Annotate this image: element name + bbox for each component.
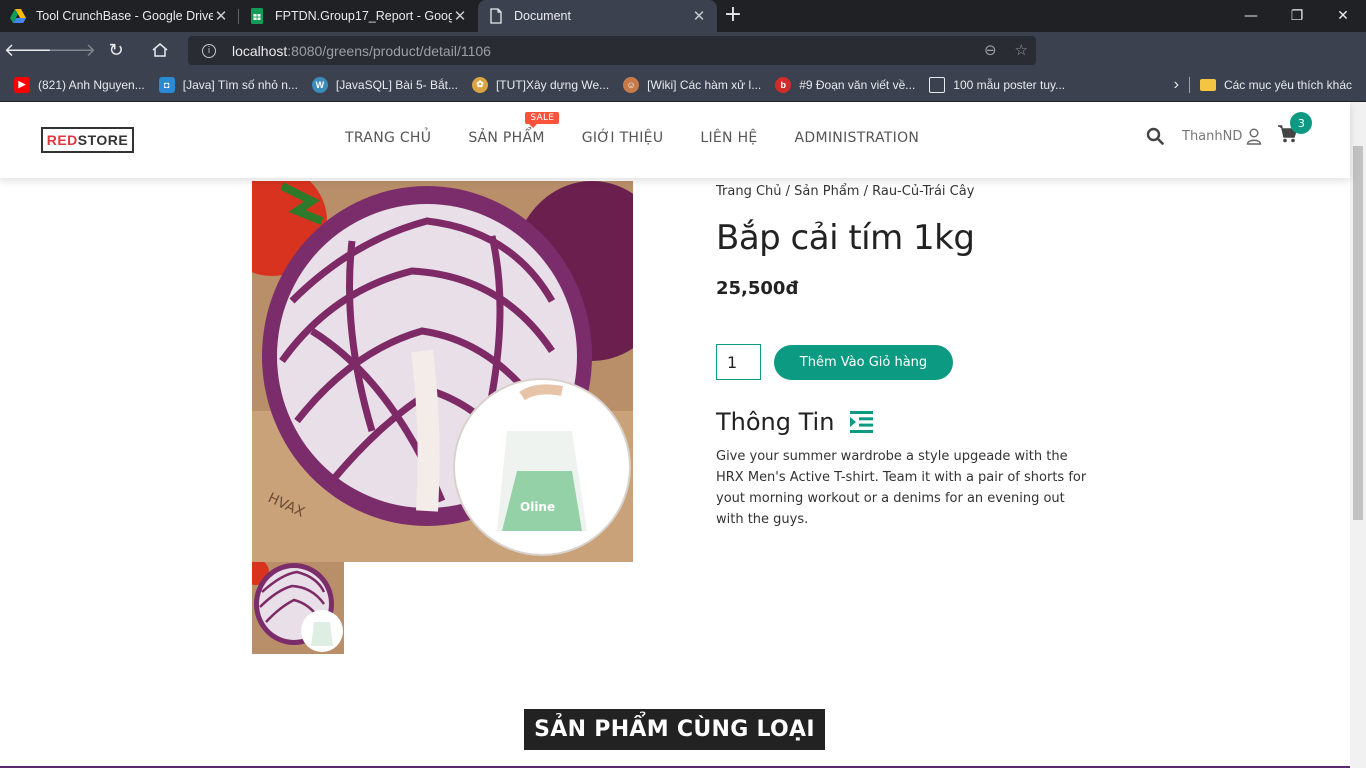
product-price: 25,500đ bbox=[716, 278, 799, 299]
google-drive-icon bbox=[10, 9, 26, 23]
b-icon: b bbox=[775, 76, 792, 93]
user-account[interactable]: ThanhND bbox=[1182, 128, 1262, 145]
tab-document[interactable]: Document ✕ bbox=[478, 0, 717, 32]
cart-count-badge: 3 bbox=[1290, 112, 1313, 134]
tab-title: Tool CrunchBase - Google Drive bbox=[36, 9, 213, 23]
address-bar[interactable]: i localhost:8080/greens/product/detail/1… bbox=[188, 36, 1036, 65]
nav-products[interactable]: SẢN PHẨM SALE bbox=[468, 112, 560, 146]
product-main-image[interactable]: HVAX Oline bbox=[252, 181, 633, 562]
svg-text:Oline: Oline bbox=[520, 500, 555, 514]
main-nav: TRANG CHỦ SẢN PHẨM SALE GIỚI THIỆU LIÊN H… bbox=[345, 112, 920, 146]
tab-google-drive[interactable]: Tool CrunchBase - Google Drive ✕ bbox=[0, 0, 239, 32]
reload-button[interactable]: ↻ bbox=[94, 32, 138, 68]
product-title: Bắp cải tím 1kg bbox=[716, 218, 975, 258]
nav-contact[interactable]: LIÊN HỆ bbox=[700, 130, 757, 146]
nav-administration[interactable]: ADMINISTRATION bbox=[795, 130, 920, 146]
toolbar: 🡐 🡒 ↻ i localhost:8080/greens/product/de… bbox=[0, 32, 1366, 94]
scrollbar-thumb[interactable] bbox=[1353, 146, 1363, 520]
bookmark-item[interactable]: b #9 Đoạn văn viết về... bbox=[775, 76, 915, 93]
add-to-cart-button[interactable]: Thêm Vào Giỏ hàng bbox=[774, 345, 953, 380]
cart-button[interactable]: 3 bbox=[1278, 112, 1313, 147]
bookmark-item[interactable]: ◘ [Java] Tìm số nhỏ n... bbox=[158, 76, 298, 93]
nav-home[interactable]: TRANG CHỦ bbox=[345, 130, 431, 146]
folder-icon bbox=[1199, 79, 1216, 91]
sale-badge: SALE bbox=[525, 112, 560, 128]
chevron-right-icon[interactable]: › bbox=[1174, 76, 1179, 94]
home-icon bbox=[152, 43, 168, 57]
codelearn-icon: ◘ bbox=[158, 76, 175, 93]
user-icon bbox=[1247, 128, 1262, 145]
avatar-icon: ☺ bbox=[623, 76, 640, 93]
breadcrumb[interactable]: Trang Chủ / Sản Phẩm / Rau-Củ-Trái Cây bbox=[716, 184, 974, 199]
restore-button[interactable]: ❐ bbox=[1274, 0, 1320, 32]
back-button[interactable]: 🡐 bbox=[4, 32, 52, 68]
new-tab-button[interactable]: + bbox=[717, 0, 749, 32]
home-button[interactable] bbox=[138, 32, 182, 68]
nav-about[interactable]: GIỚI THIỆU bbox=[582, 130, 664, 146]
bookmark-item[interactable]: ✿ [TUT]Xây dựng We... bbox=[471, 76, 609, 93]
forum-icon: ✿ bbox=[471, 76, 488, 93]
tab-strip: Tool CrunchBase - Google Drive ✕ FPTDN.G… bbox=[0, 0, 1366, 32]
site-info-icon[interactable]: i bbox=[202, 43, 216, 58]
wordpress-icon: W bbox=[311, 76, 328, 93]
zoom-icon[interactable]: ⊖ bbox=[984, 41, 997, 59]
favorite-star-icon[interactable]: ☆ bbox=[1015, 41, 1028, 59]
tab-title: Document bbox=[514, 9, 571, 23]
bookmarks-bar: ▶ (821) Anh Nguyen... ◘ [Java] Tìm số nhỏ … bbox=[0, 68, 1366, 102]
file-icon bbox=[929, 76, 946, 93]
bookmark-item[interactable]: W [JavaSQL] Bài 5- Bắt... bbox=[311, 76, 458, 93]
close-icon[interactable]: ✕ bbox=[452, 7, 468, 25]
bookmark-item[interactable]: ▶ (821) Anh Nguyen... bbox=[14, 76, 145, 93]
tab-google-sheets[interactable]: FPTDN.Group17_Report - Google ✕ bbox=[239, 0, 478, 32]
related-products-title: SẢN PHẨM CÙNG LOẠI bbox=[524, 709, 825, 750]
site-logo[interactable]: RED STORE bbox=[41, 127, 134, 153]
page-viewport: RED STORE TRANG CHỦ SẢN PHẨM SALE GIỚI THI… bbox=[0, 102, 1366, 768]
google-sheets-icon bbox=[251, 8, 263, 24]
product-thumbnail[interactable] bbox=[252, 562, 344, 654]
close-icon[interactable]: ✕ bbox=[691, 7, 707, 25]
other-bookmarks-folder[interactable]: Các mục yêu thích khác bbox=[1224, 78, 1352, 92]
page-scrollbar[interactable] bbox=[1350, 102, 1366, 768]
close-icon[interactable]: ✕ bbox=[213, 7, 229, 25]
close-window-button[interactable]: ✕ bbox=[1320, 0, 1366, 32]
minimize-button[interactable]: — bbox=[1228, 0, 1274, 32]
youtube-icon: ▶ bbox=[14, 76, 30, 93]
indent-icon bbox=[850, 411, 874, 433]
quantity-input[interactable] bbox=[716, 344, 761, 380]
search-icon[interactable] bbox=[1146, 127, 1164, 145]
product-info-heading: Thông Tin bbox=[716, 408, 874, 436]
site-header: RED STORE TRANG CHỦ SẢN PHẨM SALE GIỚI THI… bbox=[0, 102, 1350, 178]
tab-title: FPTDN.Group17_Report - Google bbox=[275, 9, 452, 23]
url-text[interactable]: localhost:8080/greens/product/detail/110… bbox=[232, 43, 491, 59]
bookmark-item[interactable]: 100 mẫu poster tuy... bbox=[929, 76, 1065, 93]
product-description: Give your summer wardrobe a style upgead… bbox=[716, 449, 1087, 527]
forward-button[interactable]: 🡒 bbox=[48, 32, 96, 68]
document-icon bbox=[490, 8, 502, 24]
bookmark-item[interactable]: ☺ [Wiki] Các hàm xử l... bbox=[623, 76, 761, 93]
